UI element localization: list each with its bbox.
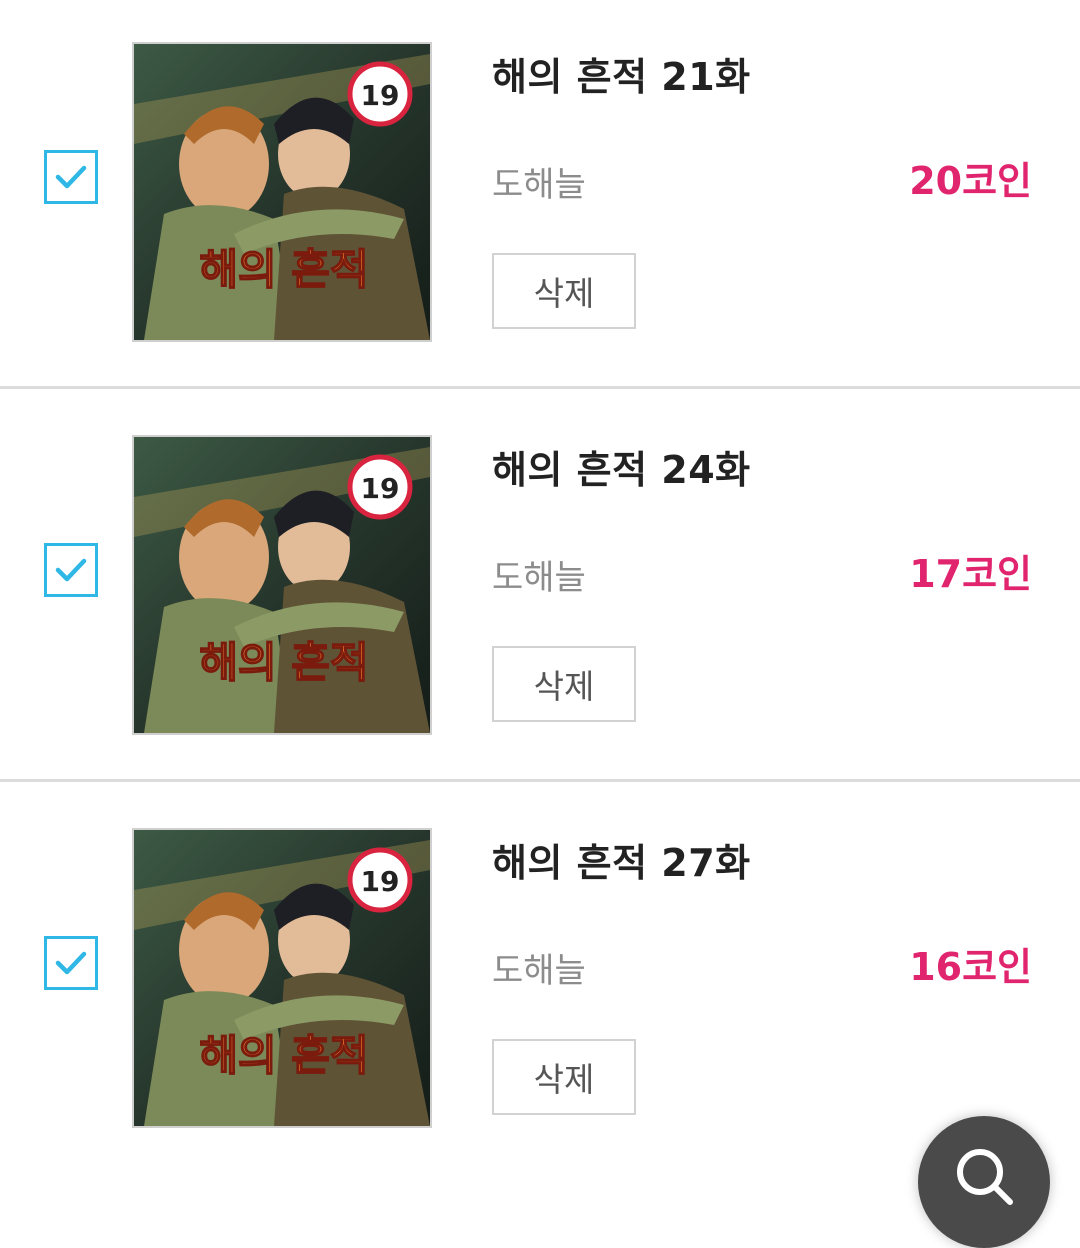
divider	[0, 386, 1080, 389]
cover-title: 해의 흔적	[199, 1031, 368, 1080]
age-badge: 19	[361, 865, 400, 898]
age-badge: 19	[361, 472, 400, 505]
cart-item: 19 해의 흔적 해의 흔적 21화 도해늘 20코인 삭제	[0, 0, 1080, 393]
age-badge: 19	[361, 79, 400, 112]
author-name: 도해늘	[492, 951, 586, 991]
price-label: 17코인	[909, 552, 1032, 596]
episode-title[interactable]: 해의 흔적 24화	[492, 439, 751, 494]
delete-button[interactable]: 삭제	[492, 253, 636, 329]
cart-item: 19 해의 흔적 해의 흔적 24화 도해늘 17코인 삭제	[0, 393, 1080, 786]
episode-title[interactable]: 해의 흔적 27화	[492, 832, 751, 887]
episode-title[interactable]: 해의 흔적 21화	[492, 46, 751, 101]
delete-button[interactable]: 삭제	[492, 1039, 636, 1115]
cart-item: 19 해의 흔적 해의 흔적 27화 도해늘 16코인 삭제	[0, 786, 1080, 1179]
check-icon	[55, 165, 87, 189]
price-label: 20코인	[909, 159, 1032, 203]
episode-thumbnail[interactable]: 19 해의 흔적	[132, 435, 432, 735]
divider	[0, 779, 1080, 782]
delete-button[interactable]: 삭제	[492, 646, 636, 722]
floating-search-button[interactable]	[918, 1116, 1050, 1248]
item-checkbox[interactable]	[44, 543, 98, 597]
price-label: 16코인	[909, 945, 1032, 989]
episode-thumbnail[interactable]: 19 해의 흔적	[132, 828, 432, 1128]
check-icon	[55, 558, 87, 582]
author-name: 도해늘	[492, 165, 586, 205]
cover-title: 해의 흔적	[199, 245, 368, 294]
author-name: 도해늘	[492, 558, 586, 598]
cover-title: 해의 흔적	[199, 638, 368, 687]
check-icon	[55, 951, 87, 975]
search-icon	[957, 1149, 1013, 1205]
episode-thumbnail[interactable]: 19 해의 흔적	[132, 42, 432, 342]
item-checkbox[interactable]	[44, 150, 98, 204]
item-checkbox[interactable]	[44, 936, 98, 990]
